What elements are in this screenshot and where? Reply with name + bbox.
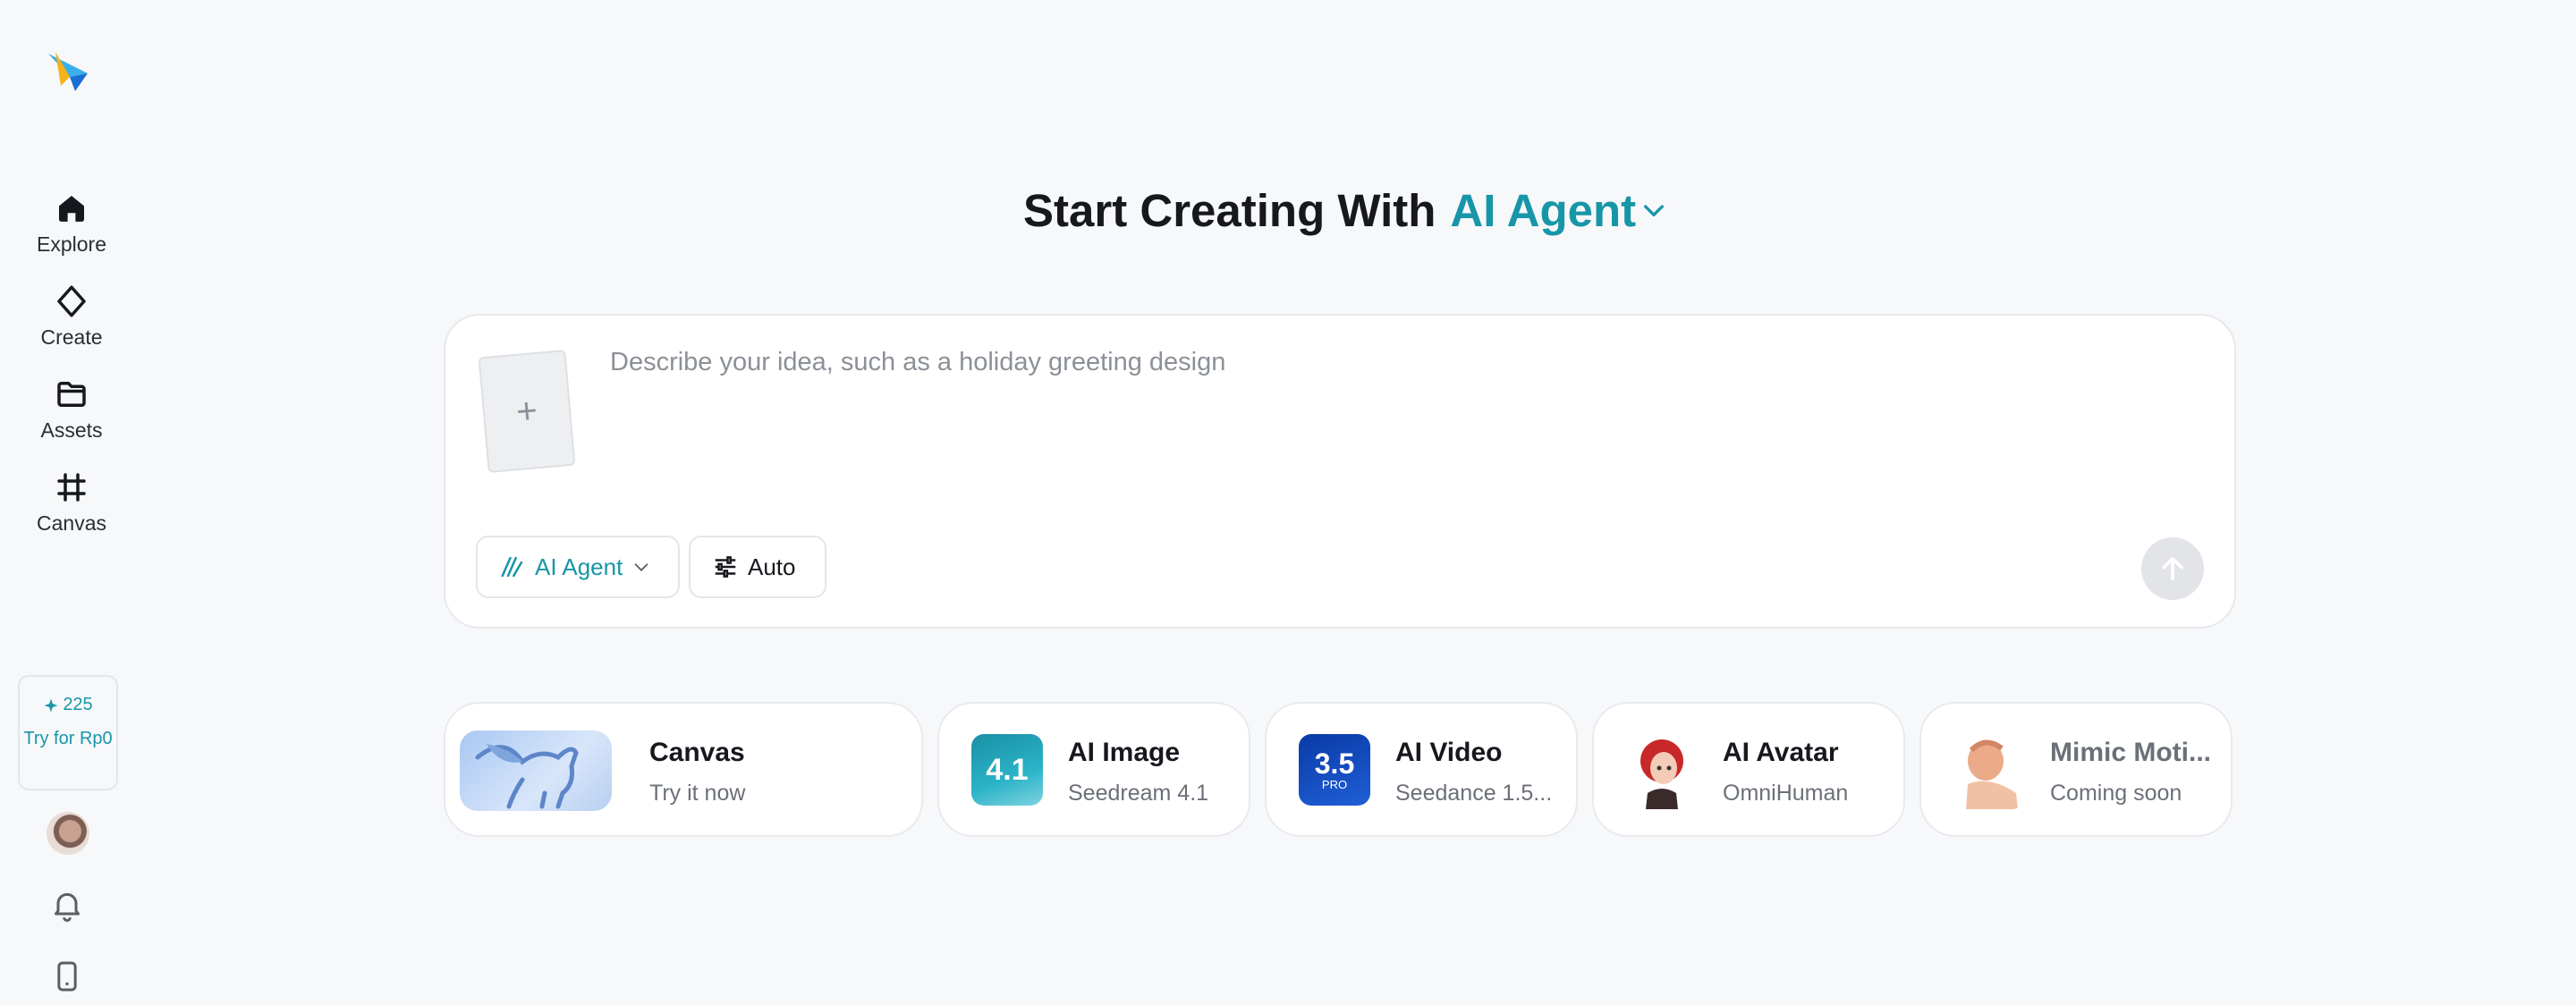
card-title: AI Image xyxy=(1068,738,1181,767)
app-logo[interactable] xyxy=(43,46,93,97)
card-subtitle: Seedance 1.5... xyxy=(1395,781,1553,806)
try-free-link[interactable]: Try for Rp0 xyxy=(20,728,116,750)
card-subtitle: Try it now xyxy=(649,781,746,806)
credits-card[interactable]: 225 Try for Rp0 xyxy=(18,675,118,790)
card-subtitle: OmniHuman xyxy=(1723,781,1849,806)
upload-reference-button[interactable]: + xyxy=(478,349,576,474)
sidebar-item-label: Canvas xyxy=(37,511,106,535)
send-button[interactable] xyxy=(2141,537,2204,600)
badge-text: 3.5 xyxy=(1314,747,1355,780)
card-subtitle: Seedream 4.1 xyxy=(1068,781,1209,806)
figure-icon xyxy=(1966,739,2018,809)
arrow-up-icon xyxy=(2162,556,2183,581)
sparkle-icon xyxy=(57,285,86,317)
home-icon xyxy=(59,196,84,222)
mode-label: AI Agent xyxy=(1450,184,1637,236)
seedance-logo: 3.5 PRO xyxy=(1299,734,1370,806)
sidebar-item-label: Explore xyxy=(37,232,106,256)
card-subtitle: Coming soon xyxy=(2050,781,2182,806)
mobile-icon[interactable] xyxy=(49,959,85,994)
sidebar-item-label: Assets xyxy=(40,418,103,442)
settings-label: Auto xyxy=(748,553,796,580)
page-title: Start Creating With AI Agent xyxy=(1023,182,1668,239)
folder-icon xyxy=(57,382,86,407)
sidebar: Explore Create Assets Canvas 225 Try for… xyxy=(0,0,143,1005)
mode-dropdown[interactable]: AI Agent xyxy=(1450,184,1668,237)
sidebar-item-explore[interactable]: Explore xyxy=(0,190,143,270)
agent-mode-label: AI Agent xyxy=(535,553,623,580)
card-mimic-motion[interactable]: Mimic Moti... Coming soon xyxy=(1919,702,2233,837)
mimic-motion-image xyxy=(1953,731,2025,809)
sliders-icon xyxy=(715,556,736,578)
character-icon xyxy=(1640,739,1683,809)
pegasus-icon xyxy=(475,744,579,809)
card-canvas[interactable]: Canvas Try it now xyxy=(444,702,923,837)
badge-subtext: PRO xyxy=(1321,777,1348,791)
pegasus-thumbnail xyxy=(460,731,612,811)
card-title: Canvas xyxy=(649,738,745,767)
avatar[interactable] xyxy=(47,812,89,855)
badge-text: 4.1 xyxy=(986,752,1029,787)
chevron-down-icon xyxy=(634,563,648,571)
sidebar-item-create[interactable]: Create xyxy=(0,283,143,363)
card-title: AI Avatar xyxy=(1723,738,1839,767)
page-title-text: Start Creating With xyxy=(1023,184,1436,236)
card-title: Mimic Moti... xyxy=(2050,738,2211,767)
credits-count: 225 xyxy=(20,695,116,715)
plus-icon: + xyxy=(514,390,539,432)
sidebar-item-canvas[interactable]: Canvas xyxy=(0,469,143,549)
frame-icon xyxy=(57,473,86,502)
sidebar-item-assets[interactable]: Assets xyxy=(0,376,143,456)
card-ai-avatar[interactable]: AI Avatar OmniHuman xyxy=(1592,702,1905,837)
agent-wave-icon xyxy=(501,556,523,578)
card-ai-image[interactable]: 4.1 AI Image Seedream 4.1 xyxy=(937,702,1250,837)
bell-icon[interactable] xyxy=(49,887,85,923)
avatar-character-image xyxy=(1626,731,1698,809)
agent-mode-button[interactable]: AI Agent xyxy=(476,536,680,598)
prompt-input[interactable] xyxy=(610,348,2131,464)
prompt-composer: + AI Agent Auto xyxy=(444,314,2236,629)
settings-button[interactable]: Auto xyxy=(689,536,826,598)
card-ai-video[interactable]: 3.5 PRO AI Video Seedance 1.5... xyxy=(1265,702,1578,837)
sidebar-item-label: Create xyxy=(40,325,103,349)
card-title: AI Video xyxy=(1395,738,1503,767)
sparkle-icon xyxy=(44,698,58,712)
seedream-logo: 4.1 xyxy=(971,734,1043,806)
chevron-down-icon xyxy=(1644,205,1665,216)
